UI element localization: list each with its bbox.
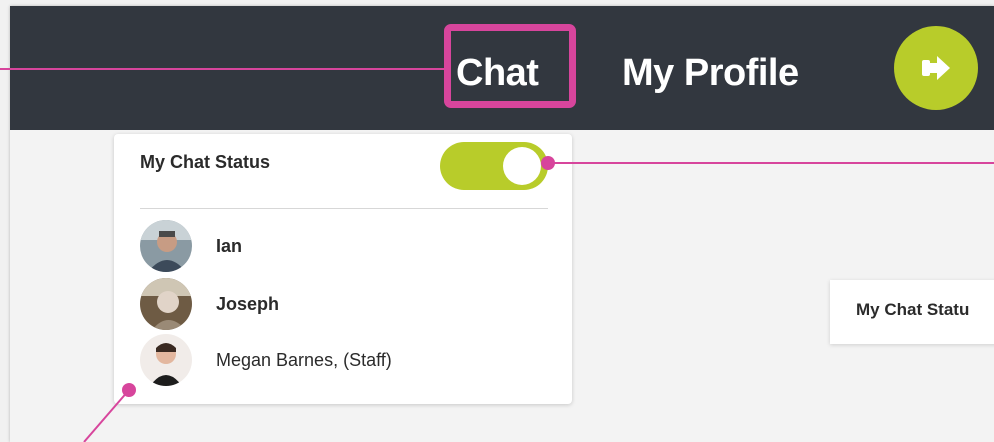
chat-highlight-callout-box: [444, 24, 576, 108]
avatar-ian: [140, 220, 192, 272]
logout-arrow-icon: [922, 56, 950, 80]
avatar-joseph: [140, 278, 192, 330]
nav-my-profile-link[interactable]: My Profile: [622, 52, 799, 95]
contact-item-ian[interactable]: Ian: [140, 220, 242, 272]
contact-name: Ian: [216, 235, 243, 256]
toggle-knob[interactable]: [503, 147, 541, 185]
contact-name: Megan Barnes, (Staff): [216, 349, 392, 370]
panel-divider: [140, 208, 548, 209]
app-window: Chat My Profile My Chat Status Ian Josep…: [10, 6, 994, 442]
avatar-megan: [140, 334, 192, 386]
chat-status-card-label: My Chat Statu: [856, 300, 970, 319]
chat-status-panel: My Chat Status Ian Joseph Megan Barnes, …: [114, 134, 572, 404]
contact-name: Joseph: [216, 293, 280, 314]
chat-status-card-preview: My Chat Statu: [830, 280, 994, 344]
chat-status-title: My Chat Status: [140, 152, 271, 172]
contact-item-joseph[interactable]: Joseph: [140, 278, 279, 330]
top-nav-bar: Chat My Profile: [10, 6, 994, 130]
logout-button[interactable]: [894, 26, 978, 110]
contact-item-megan[interactable]: Megan Barnes, (Staff): [140, 334, 392, 386]
chat-status-toggle[interactable]: [440, 142, 548, 190]
